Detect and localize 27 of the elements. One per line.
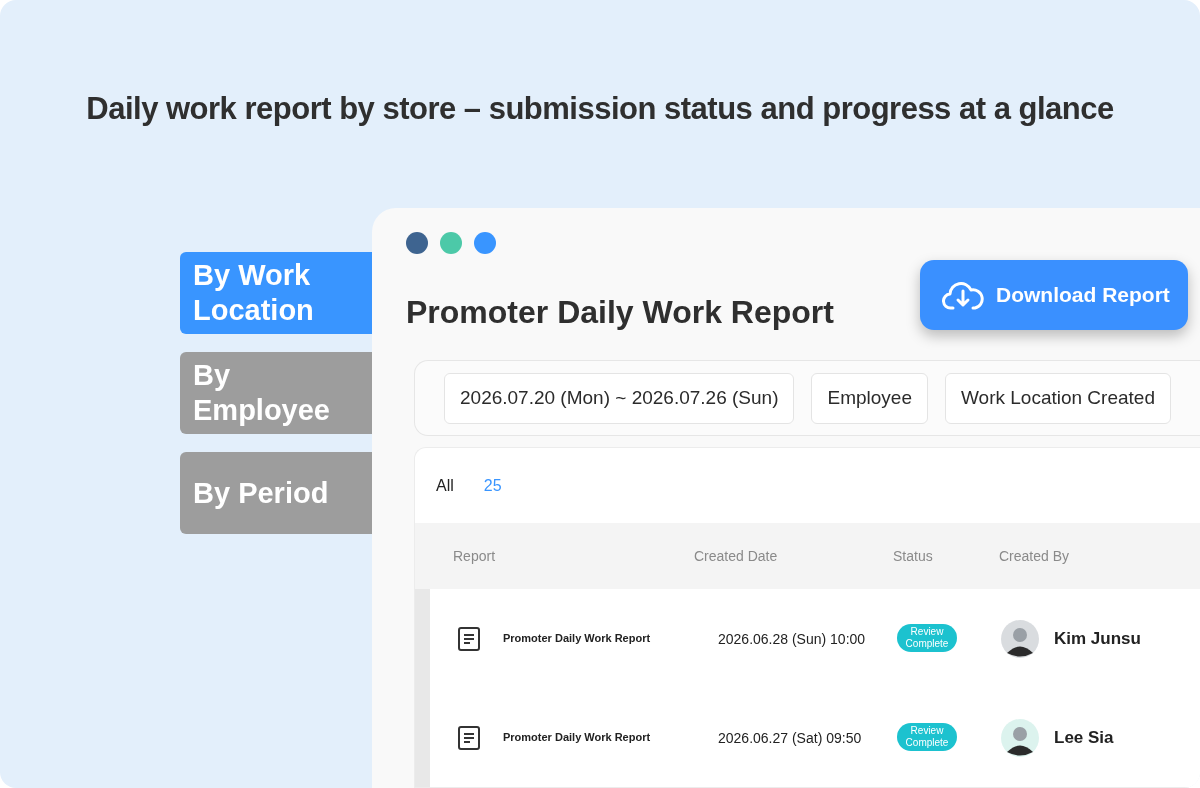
filter-chip[interactable]: Employee <box>811 372 928 424</box>
download-button[interactable]: Download Report <box>920 260 1188 330</box>
column-header: Report <box>453 548 496 564</box>
table-cell-text: Promoter Daily Work Report <box>503 730 651 746</box>
filter-chip[interactable]: Work Location Created <box>945 372 1171 424</box>
table-cell-text: Lee Sia <box>1054 726 1114 749</box>
side-tab[interactable]: By Employee <box>180 352 372 434</box>
column-header: Created Date <box>694 548 778 564</box>
headline: Daily work report by store – submission status and progress at a glance <box>86 90 1114 128</box>
table-cell: 2026.06.27 (Sat) 09:50 <box>718 729 862 746</box>
column-header: Status <box>893 548 933 564</box>
count-label: All <box>436 475 454 496</box>
document-icon <box>457 724 481 751</box>
table-cell: 2026.06.28 (Sun) 10:00 <box>718 630 866 647</box>
side-tab[interactable]: By Period <box>180 452 372 534</box>
column-header: Created By <box>999 548 1070 564</box>
document-icon <box>457 625 481 652</box>
count-value: 25 <box>483 475 502 496</box>
filter-chip[interactable]: 2026.07.20 (Mon) ~ 2026.07.26 (Sun) <box>444 372 795 424</box>
status-badge: Review Complete <box>897 623 957 652</box>
status-badge: Review Complete <box>897 722 957 751</box>
table-cell-text: Kim Junsu <box>1054 627 1141 650</box>
side-tab[interactable]: By Work Location <box>180 252 372 334</box>
table-cell-text: Promoter Daily Work Report <box>503 631 651 647</box>
avatar-icon <box>1001 718 1039 757</box>
window-title: Promoter Daily Work Report <box>406 293 834 332</box>
avatar-icon <box>1001 619 1039 658</box>
